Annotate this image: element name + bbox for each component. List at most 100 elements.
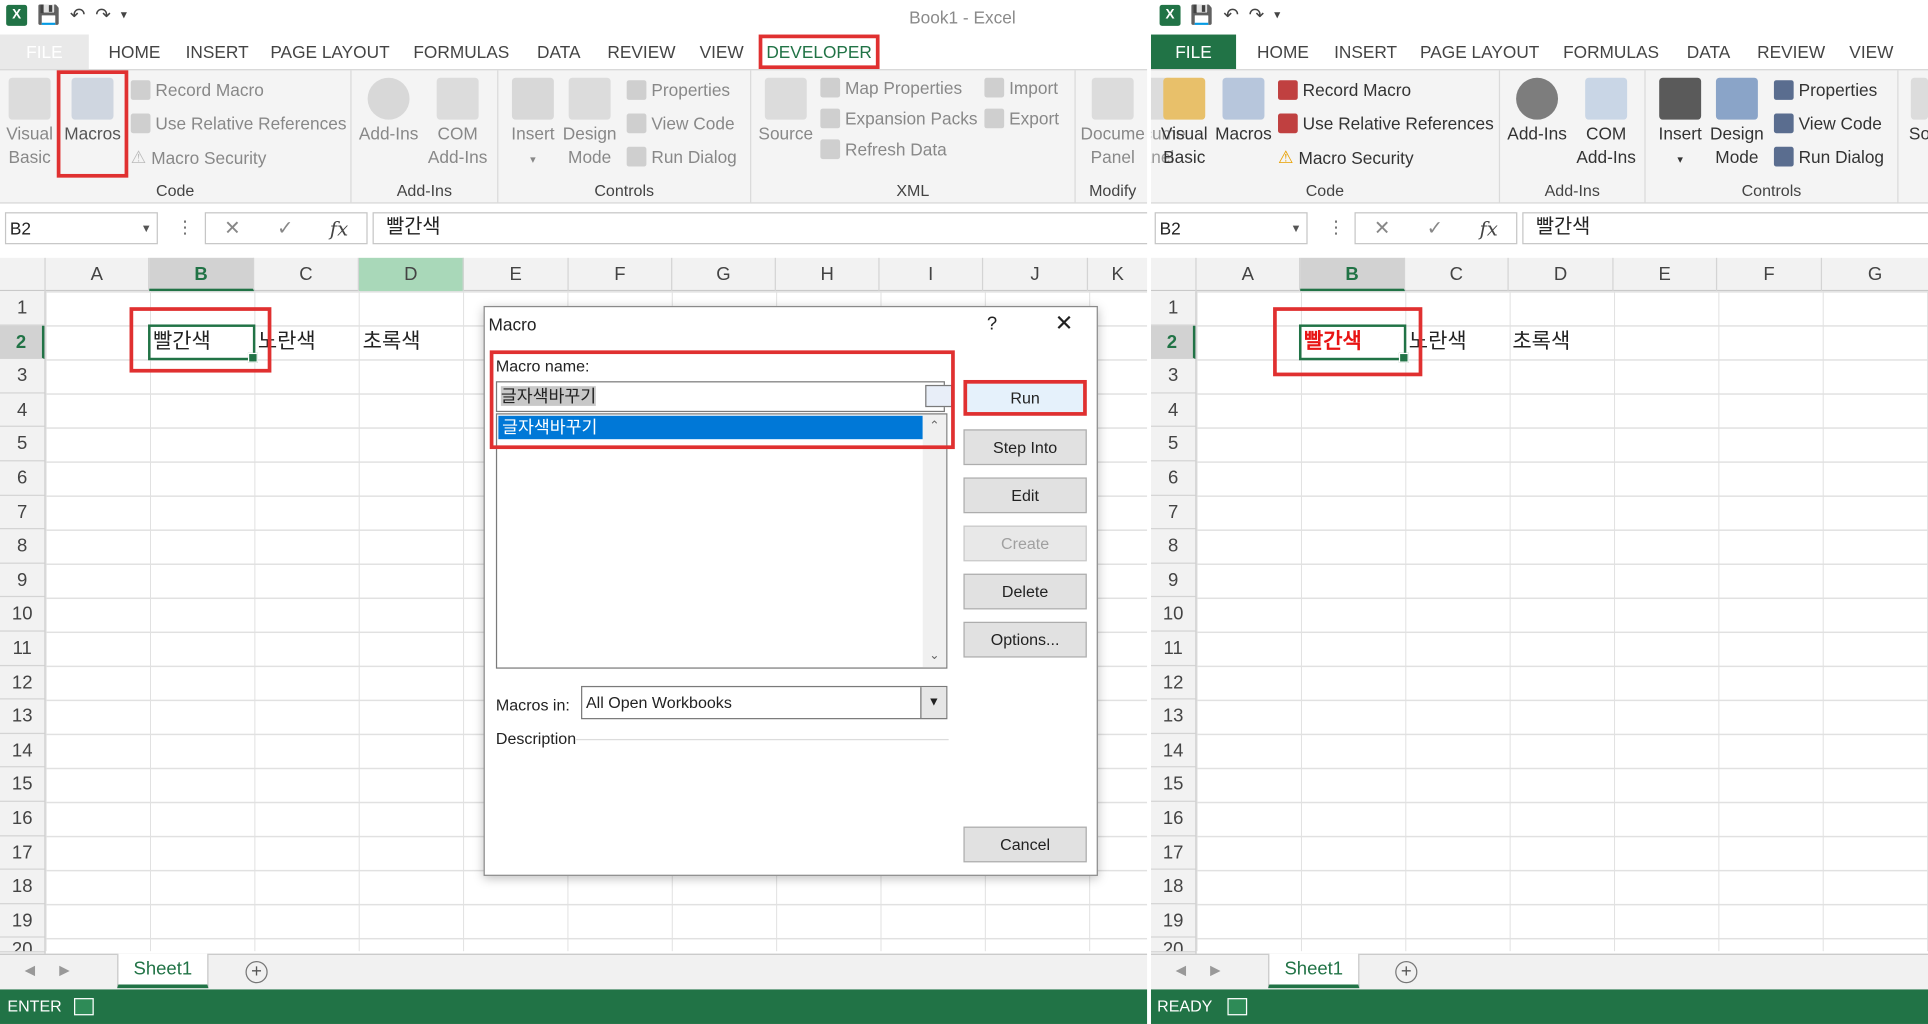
com-addins-button[interactable]: COM Add-Ins: [1572, 75, 1641, 169]
column-header-d[interactable]: D: [358, 257, 464, 292]
tab-insert[interactable]: INSERT: [1329, 35, 1403, 70]
view-code-button[interactable]: View Code: [1773, 113, 1882, 134]
macro-list[interactable]: 글자색바꾸기 ⌃ ⌄: [495, 413, 948, 669]
row-header-7[interactable]: 7: [0, 495, 45, 530]
step-into-button[interactable]: Step Into: [963, 429, 1087, 466]
row-header-1[interactable]: 1: [1150, 291, 1196, 326]
row-header-13[interactable]: 13: [1150, 700, 1196, 734]
column-header-f[interactable]: F: [569, 257, 673, 292]
row-header-4[interactable]: 4: [1150, 393, 1196, 428]
com-addins-button[interactable]: COM Add-Ins: [423, 75, 492, 169]
column-header-a[interactable]: A: [46, 257, 150, 292]
macro-record-icon[interactable]: [74, 998, 94, 1016]
row-header-6[interactable]: 6: [1150, 461, 1196, 496]
macro-security-button[interactable]: ⚠ Macro Security: [131, 147, 267, 168]
column-header-e[interactable]: E: [464, 257, 569, 292]
column-header-c[interactable]: C: [254, 257, 359, 292]
properties-button[interactable]: Properties: [1773, 80, 1877, 100]
row-header-9[interactable]: 9: [0, 564, 45, 598]
run-dialog-button[interactable]: Run Dialog: [626, 146, 737, 167]
scroll-down-icon[interactable]: ⌄: [923, 649, 946, 663]
select-all-corner[interactable]: [1151, 257, 1197, 292]
row-header-17[interactable]: 17: [0, 836, 45, 870]
undo-icon[interactable]: ↶: [70, 4, 86, 26]
record-macro-button[interactable]: Record Macro: [130, 80, 264, 100]
tab-view[interactable]: VIEW: [1843, 35, 1900, 70]
row-header-5[interactable]: 5: [0, 427, 45, 462]
row-header-19[interactable]: 19: [1150, 904, 1196, 939]
refresh-data-button[interactable]: Refresh Data: [820, 139, 947, 160]
tab-page-layout[interactable]: PAGE LAYOUT: [265, 35, 395, 70]
tab-review[interactable]: REVIEW: [602, 35, 681, 70]
column-header-c[interactable]: C: [1405, 257, 1509, 292]
tab-formulas[interactable]: FORMULAS: [1557, 35, 1666, 70]
row-header-5[interactable]: 5: [1150, 427, 1196, 462]
row-header-11[interactable]: 11: [0, 632, 45, 666]
sheet-prev-icon[interactable]: ◀: [25, 962, 35, 979]
insert-function-icon[interactable]: fx: [1479, 217, 1497, 240]
column-header-i[interactable]: I: [880, 257, 984, 292]
map-properties-button[interactable]: Map Properties: [820, 77, 962, 98]
sheet-tab-sheet1[interactable]: Sheet1: [1268, 953, 1360, 989]
row-header-14[interactable]: 14: [1150, 734, 1196, 768]
use-relative-references-button[interactable]: Use Relative References: [1278, 113, 1494, 134]
design-mode-button[interactable]: Design Mode: [555, 75, 624, 169]
confirm-entry-icon[interactable]: ✓: [277, 216, 294, 241]
column-header-g[interactable]: G: [1822, 258, 1928, 291]
formula-input[interactable]: 빨간색: [372, 212, 1148, 245]
document-panel-button[interactable]: Docume Panel: [1078, 75, 1147, 169]
column-header-e[interactable]: E: [1614, 257, 1718, 292]
design-mode-button[interactable]: Design Mode: [1702, 75, 1771, 169]
redo-icon[interactable]: ↷: [95, 4, 111, 26]
macro-security-button[interactable]: ⚠ Macro Security: [1278, 147, 1414, 168]
row-header-18[interactable]: 18: [1150, 870, 1196, 905]
row-header-2[interactable]: 2: [0, 325, 45, 360]
tab-file[interactable]: FILE: [1150, 34, 1237, 70]
cell-d2[interactable]: 초록색: [1509, 324, 1570, 357]
add-sheet-icon[interactable]: +: [245, 961, 268, 984]
tab-home[interactable]: HOME: [99, 35, 171, 70]
macro-list-scrollbar[interactable]: ⌃ ⌄: [922, 414, 947, 668]
tab-view[interactable]: VIEW: [693, 35, 750, 70]
row-header-1[interactable]: 1: [0, 291, 45, 326]
addins-button[interactable]: Add-Ins: [354, 75, 423, 145]
row-header-14[interactable]: 14: [0, 734, 45, 768]
cell-grid-right[interactable]: 빨간색 노란색 초록색: [1196, 291, 1928, 952]
select-all-corner[interactable]: [0, 257, 46, 292]
visual-basic-button[interactable]: Visual Basic: [0, 75, 59, 169]
row-header-20[interactable]: 20: [0, 938, 45, 953]
row-header-15[interactable]: 15: [1150, 768, 1196, 802]
sheet-tab-sheet1[interactable]: Sheet1: [117, 953, 209, 989]
row-header-4[interactable]: 4: [0, 393, 45, 428]
visual-basic-button[interactable]: Visual Basic: [1153, 75, 1215, 169]
cancel-entry-icon[interactable]: ✕: [1374, 216, 1391, 241]
column-header-g[interactable]: G: [672, 257, 776, 292]
macro-record-icon[interactable]: [1227, 998, 1248, 1016]
column-header-h[interactable]: H: [776, 257, 880, 292]
name-box[interactable]: B2 ▼: [4, 212, 158, 245]
name-box[interactable]: B2 ▼: [1154, 212, 1308, 245]
delete-button[interactable]: Delete: [963, 573, 1087, 610]
tab-insert[interactable]: INSERT: [180, 35, 254, 70]
row-header-8[interactable]: 8: [1150, 529, 1196, 564]
row-header-8[interactable]: 8: [0, 529, 45, 564]
row-header-16[interactable]: 16: [1150, 802, 1196, 836]
tab-home[interactable]: HOME: [1247, 35, 1319, 70]
row-header-11[interactable]: 11: [1150, 632, 1196, 666]
run-dialog-button[interactable]: Run Dialog: [1773, 146, 1884, 167]
view-code-button[interactable]: View Code: [626, 113, 735, 134]
expansion-packs-button[interactable]: Expansion Packs: [820, 108, 978, 129]
add-sheet-icon[interactable]: +: [1395, 961, 1418, 984]
row-header-15[interactable]: 15: [0, 768, 45, 802]
tab-file[interactable]: FILE: [0, 34, 89, 70]
customize-qat-icon[interactable]: ▾: [121, 8, 127, 22]
tab-data[interactable]: DATA: [1678, 35, 1740, 70]
tab-review[interactable]: REVIEW: [1752, 35, 1831, 70]
insert-function-icon[interactable]: fx: [330, 217, 348, 240]
redo-icon[interactable]: ↷: [1249, 4, 1265, 26]
column-header-f[interactable]: F: [1717, 257, 1823, 292]
row-header-10[interactable]: 10: [1150, 598, 1196, 632]
export-button[interactable]: Export: [984, 108, 1059, 129]
undo-icon[interactable]: ↶: [1223, 4, 1239, 26]
row-header-18[interactable]: 18: [0, 870, 45, 905]
